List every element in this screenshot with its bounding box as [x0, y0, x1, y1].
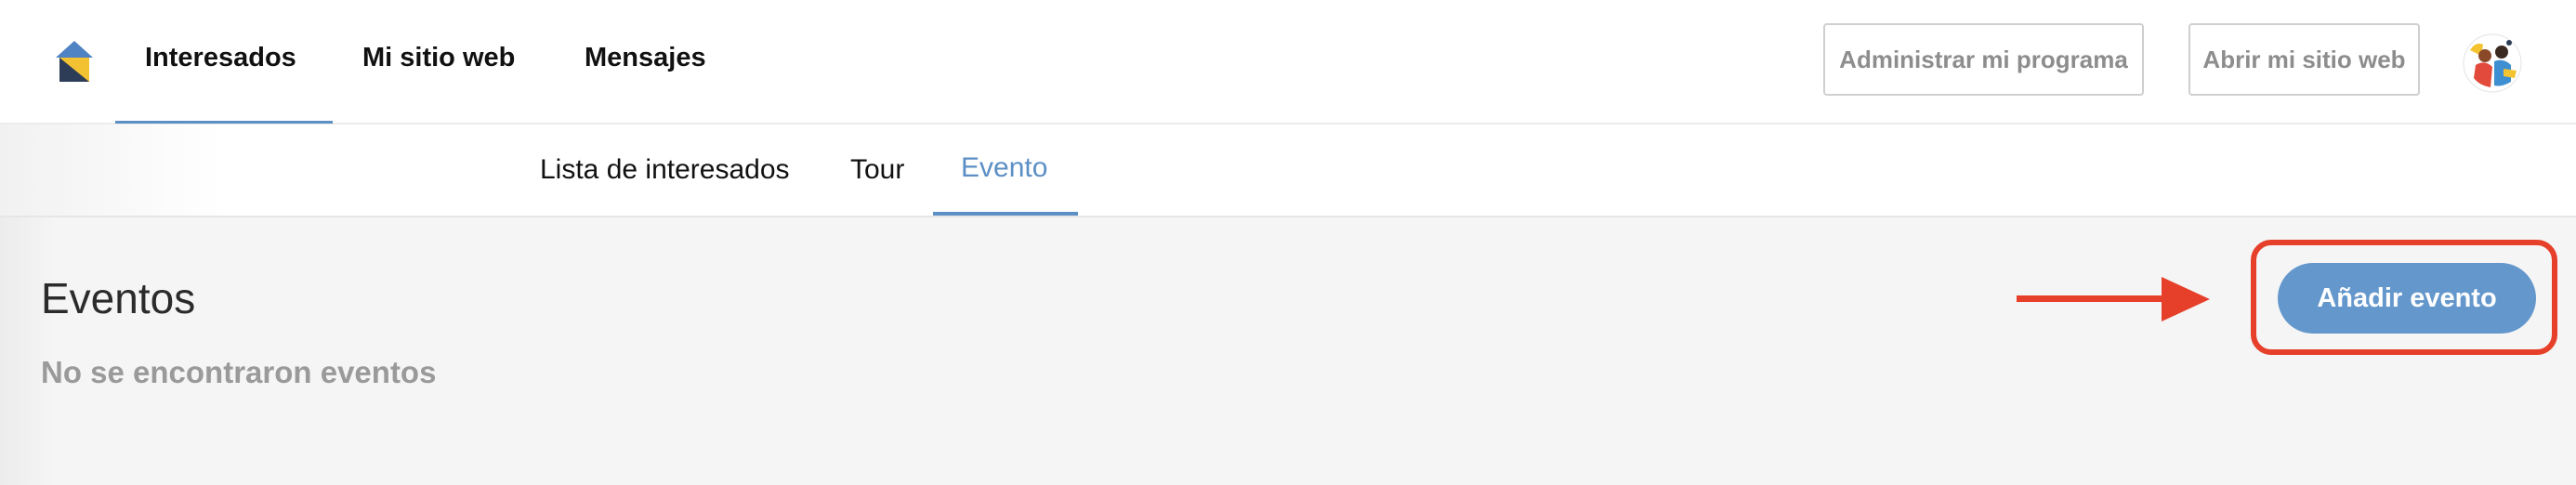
tab-active-indicator: [933, 212, 1078, 216]
nav-item-mensajes[interactable]: Mensajes: [585, 43, 706, 73]
open-website-button[interactable]: Abrir mi sitio web: [2188, 23, 2420, 96]
right-arrow-icon: [2017, 277, 2210, 321]
left-edge-shadow: [0, 125, 223, 216]
tab-evento[interactable]: Evento: [961, 152, 1047, 184]
page-title: Eventos: [41, 274, 196, 322]
sub-navigation-tabs: Lista de interesados Tour Evento: [0, 125, 2576, 217]
empty-state-message: No se encontraron eventos: [41, 355, 437, 389]
manage-program-button[interactable]: Administrar mi programa: [1823, 23, 2144, 96]
nav-item-interesados[interactable]: Interesados: [145, 43, 296, 73]
tab-lista-de-interesados[interactable]: Lista de interesados: [540, 154, 790, 186]
nav-active-indicator: [115, 121, 333, 124]
avatar-icon[interactable]: [2463, 33, 2522, 93]
tab-tour[interactable]: Tour: [850, 154, 904, 186]
top-navigation-bar: Interesados Mi sitio web Mensajes Admini…: [0, 0, 2576, 125]
nav-item-mi-sitio-web[interactable]: Mi sitio web: [362, 43, 515, 73]
left-edge-shadow: [0, 217, 56, 485]
house-logo-icon[interactable]: [54, 39, 95, 84]
add-event-button[interactable]: Añadir evento: [2278, 263, 2536, 334]
